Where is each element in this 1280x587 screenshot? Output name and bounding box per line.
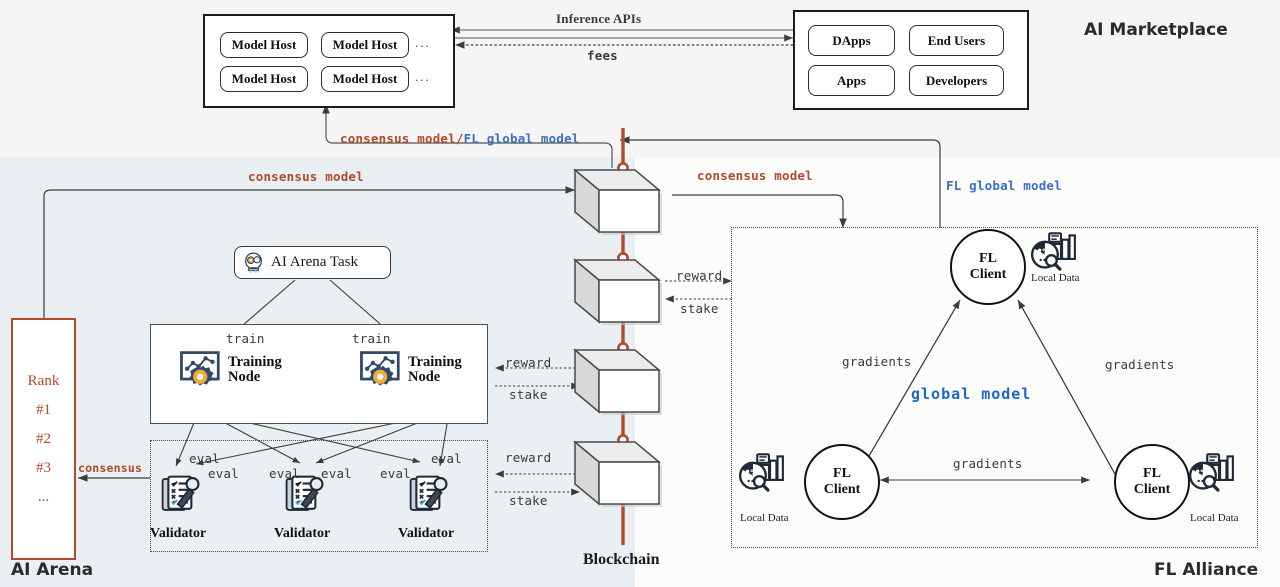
rank-entry-1: #1 bbox=[36, 401, 51, 418]
validator-1[interactable] bbox=[158, 472, 204, 523]
fl-client-bl-line2: Client bbox=[823, 482, 861, 497]
consumer-pill-developers[interactable]: Developers bbox=[909, 65, 1004, 96]
label-inference-apis: Inference APIs bbox=[556, 11, 642, 26]
label-validator-stake: stake bbox=[509, 493, 548, 508]
fl-client-br-line1: FL bbox=[1143, 466, 1161, 482]
label-consensus-model-left: consensus model bbox=[248, 169, 364, 184]
label-eval-5: eval bbox=[380, 466, 411, 481]
training-node-1[interactable]: Training Node bbox=[178, 348, 282, 399]
model-host-pill-2[interactable]: Model Host bbox=[321, 32, 409, 58]
model-host-pill-4[interactable]: Model Host bbox=[321, 66, 409, 92]
title-ai-arena: AI Arena bbox=[11, 560, 94, 580]
label-global-model: global model bbox=[911, 385, 1032, 403]
svg-text:%: % bbox=[1200, 468, 1208, 477]
validator-3-label: Validator bbox=[398, 526, 455, 541]
label-eval-4: eval bbox=[321, 466, 352, 481]
rank-entry-more: ... bbox=[37, 488, 50, 505]
ai-arena-task-chip[interactable]: AI Arena Task bbox=[234, 246, 391, 279]
training-node-2-label: Training Node bbox=[408, 354, 462, 386]
fl-client-bottom-right[interactable]: FL Client bbox=[1114, 444, 1190, 520]
validator-2-label: Validator bbox=[274, 526, 331, 541]
label-train-2: train bbox=[352, 331, 391, 346]
training-chart-gear-icon bbox=[358, 348, 404, 399]
fl-client-top-line1: FL bbox=[979, 251, 997, 267]
analytics-chart-icon: % bbox=[1188, 452, 1235, 500]
model-host-pill-3[interactable]: Model Host bbox=[220, 66, 308, 92]
local-data-bottom-left-label: Local Data bbox=[740, 512, 789, 524]
label-eval-6: eval bbox=[431, 451, 462, 466]
title-ai-marketplace: AI Marketplace bbox=[1084, 20, 1228, 40]
model-host-ellipsis-1: ... bbox=[415, 35, 431, 50]
label-eval-1: eval bbox=[189, 451, 220, 466]
fl-client-br-line2: Client bbox=[1133, 482, 1171, 497]
training-node-1-label: Training Node bbox=[228, 354, 282, 386]
svg-text:%: % bbox=[750, 468, 758, 477]
label-validator-reward: reward bbox=[505, 450, 552, 465]
label-fl-stake: stake bbox=[680, 301, 719, 316]
label-training-stake: stake bbox=[509, 387, 548, 402]
label-eval-3: eval bbox=[269, 466, 300, 481]
label-gradients-bottom: gradients bbox=[953, 456, 1023, 471]
fl-client-top[interactable]: FL Client bbox=[950, 229, 1026, 305]
consumer-pill-dapps[interactable]: DApps bbox=[808, 25, 895, 56]
fl-client-bottom-left[interactable]: FL Client bbox=[804, 444, 880, 520]
local-data-bottom-left: % bbox=[738, 452, 785, 500]
local-data-top-label: Local Data bbox=[1031, 272, 1080, 284]
consumer-pill-end-users[interactable]: End Users bbox=[909, 25, 1004, 56]
label-fl-reward: reward bbox=[676, 268, 723, 283]
model-host-pill-1[interactable]: Model Host bbox=[220, 32, 308, 58]
svg-text:%: % bbox=[1042, 247, 1050, 256]
label-fl-global-model: FL global model bbox=[946, 178, 1062, 193]
training-node-2[interactable]: Training Node bbox=[358, 348, 462, 399]
label-fees: fees bbox=[587, 48, 618, 63]
training-chart-gear-icon bbox=[178, 348, 224, 399]
fl-client-top-line2: Client bbox=[969, 267, 1007, 282]
fl-client-bl-line1: FL bbox=[833, 466, 851, 482]
consumers-panel: DApps End Users Apps Developers bbox=[793, 10, 1029, 110]
label-consensus-to-rank: consensus bbox=[78, 461, 143, 475]
clipboard-checklist-icon bbox=[158, 472, 204, 523]
label-train-1: train bbox=[226, 331, 265, 346]
rank-title: Rank bbox=[27, 372, 60, 389]
analytics-chart-icon: % bbox=[738, 452, 785, 500]
label-fl-global-part: FL global model bbox=[463, 131, 580, 146]
validator-1-label: Validator bbox=[150, 526, 207, 541]
robot-head-gear-icon bbox=[241, 250, 266, 275]
label-eval-2: eval bbox=[208, 466, 239, 481]
label-gradients-left: gradients bbox=[842, 354, 912, 369]
diagram-canvas: Model Host Model Host ... Model Host Mod… bbox=[0, 0, 1280, 587]
title-blockchain: Blockchain bbox=[583, 551, 660, 568]
title-fl-alliance: FL Alliance bbox=[1154, 560, 1259, 580]
local-data-bottom-right: % bbox=[1188, 452, 1235, 500]
ai-arena-task-label: AI Arena Task bbox=[271, 254, 358, 270]
model-host-panel: Model Host Model Host ... Model Host Mod… bbox=[203, 14, 455, 108]
rank-entry-3: #3 bbox=[36, 459, 51, 476]
validator-3[interactable] bbox=[406, 472, 452, 523]
rank-entry-2: #2 bbox=[36, 430, 51, 447]
clipboard-checklist-icon bbox=[406, 472, 452, 523]
label-consensus-part: consensus model/ bbox=[340, 131, 464, 146]
local-data-bottom-right-label: Local Data bbox=[1190, 512, 1239, 524]
label-training-reward: reward bbox=[505, 355, 552, 370]
label-gradients-right: gradients bbox=[1105, 357, 1175, 372]
model-host-ellipsis-2: ... bbox=[415, 69, 431, 84]
rank-panel[interactable]: Rank #1 #2 #3 ... bbox=[11, 318, 76, 560]
label-consensus-model-right: consensus model bbox=[697, 168, 813, 183]
consumer-pill-apps[interactable]: Apps bbox=[808, 65, 895, 96]
label-consensus-model-fl-global: consensus model/FL global model bbox=[340, 128, 580, 147]
